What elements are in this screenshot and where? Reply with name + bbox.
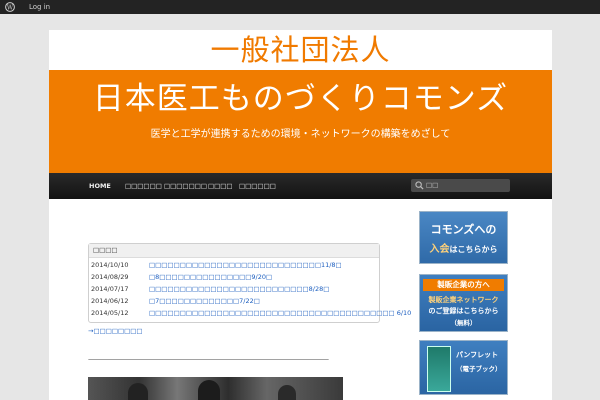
nav-item-4[interactable]: □□□□□□ [239, 173, 276, 199]
divider: ———————————————————————————————————————— [88, 355, 329, 363]
nav-item-home[interactable]: HOME [89, 173, 111, 199]
news-link[interactable]: □□□□□□□□□□□□□□□□□□□□□□□□□□□□□□□□□□□□□□□□… [149, 309, 411, 318]
news-date: 2014/05/12 [91, 309, 129, 317]
header-banner[interactable]: 日本医工ものづくりコモンズ 医学と工学が連携するための環境・ネットワークの構築を… [49, 70, 552, 173]
page-container: 一般社団法人 日本医工ものづくりコモンズ 医学と工学が連携するための環境・ネット… [49, 30, 552, 400]
nav-item-3[interactable]: □□□□ [208, 173, 233, 199]
search-placeholder: □□ [426, 181, 439, 189]
news-more-link[interactable]: →□□□□□□□□ [88, 327, 143, 335]
join-banner-button[interactable]: コモンズへの 入会はこちらから [419, 211, 508, 264]
company-banner-line3: （無料） [450, 319, 477, 327]
wordpress-logo-icon[interactable]: W [5, 2, 15, 12]
banner-title: 日本医工ものづくりコモンズ [92, 81, 509, 117]
join-banner-line2: 入会はこちらから [429, 244, 498, 255]
svg-text:W: W [7, 4, 14, 11]
news-link[interactable]: □□□□□□□□□□□□□□□□□□□□□□□□□□8/28□ [149, 285, 329, 294]
news-date: 2014/06/12 [91, 297, 129, 305]
site-title[interactable]: 一般社団法人 [49, 30, 552, 70]
site-header: 一般社団法人 日本医工ものづくりコモンズ 医学と工学が連携するための環境・ネット… [49, 30, 552, 173]
news-link[interactable]: □□□□□□□□□□□□□□□□□□□□□□□□□□□□11/8□ [149, 261, 342, 270]
pamphlet-line1: パンフレット [456, 351, 499, 359]
admin-bar: W Log in [0, 0, 600, 14]
news-date: 2014/10/10 [91, 261, 129, 269]
join-banner-line1: コモンズへの [430, 223, 497, 236]
news-date: 2014/08/29 [91, 273, 129, 281]
search-icon [415, 181, 424, 190]
news-link[interactable]: □8□□□□□□□□□□□□□□□9/20□ [149, 273, 272, 282]
news-link[interactable]: □7□□□□□□□□□□□□□7/22□ [149, 297, 260, 306]
banner-subtitle: 医学と工学が連携するための環境・ネットワークの構築をめざして [150, 129, 451, 140]
company-banner-line2: のご登録はこちらから [428, 307, 499, 315]
event-photo [88, 377, 343, 400]
login-link[interactable]: Log in [29, 3, 50, 11]
news-date: 2014/07/17 [91, 285, 129, 293]
pamphlet-book-icon [427, 346, 451, 392]
nav-item-1[interactable]: □□□□□□ [125, 173, 162, 199]
company-register-banner-button[interactable]: 製販企業の方へ 製販企業ネットワーク のご登録はこちらから （無料） [419, 274, 508, 332]
search-input[interactable]: □□ [411, 179, 510, 192]
company-banner-header: 製販企業の方へ [423, 279, 504, 291]
pamphlet-line2: （電子ブック） [456, 365, 502, 373]
company-banner-line1: 製販企業ネットワーク [428, 296, 499, 304]
main-nav: HOME □□□□□□ □□□□□□□ □□□□ □□□□□□ □□ [49, 173, 552, 199]
news-box: □□□□ 2014/10/10 □□□□□□□□□□□□□□□□□□□□□□□□… [88, 243, 411, 323]
nav-item-2[interactable]: □□□□□□□ [164, 173, 207, 199]
news-header: □□□□ [89, 244, 379, 258]
pamphlet-banner-button[interactable]: パンフレット （電子ブック） [419, 340, 508, 395]
